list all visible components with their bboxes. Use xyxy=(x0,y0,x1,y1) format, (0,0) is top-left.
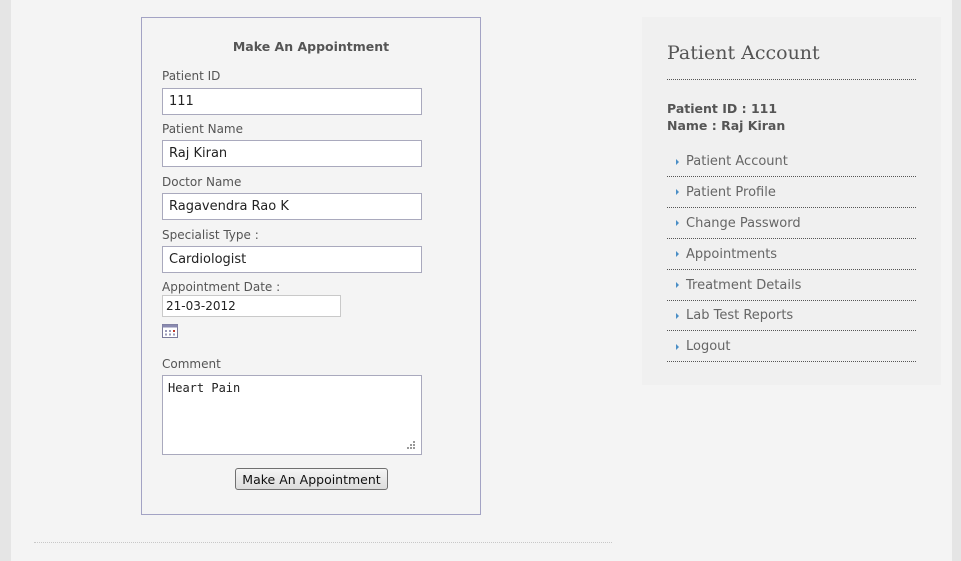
menu-item-patient-account[interactable]: Patient Account xyxy=(667,147,916,177)
menu-item-label: Lab Test Reports xyxy=(686,308,794,324)
menu-item-label: Patient Account xyxy=(686,154,788,169)
make-appointment-button[interactable]: Make An Appointment xyxy=(235,468,388,490)
menu-item-patient-profile[interactable]: Patient Profile xyxy=(667,178,916,208)
appointment-form: Make An Appointment Patient ID Patient N… xyxy=(141,17,481,515)
account-menu: Patient Account Patient Profile Change P… xyxy=(667,147,916,363)
menu-item-label: Logout xyxy=(686,339,731,355)
patient-id-info: Patient ID : 111 xyxy=(667,101,778,116)
patient-id-label: Patient ID xyxy=(162,69,221,83)
comment-label: Comment xyxy=(162,357,221,371)
calendar-icon[interactable] xyxy=(162,323,178,338)
menu-item-appointments[interactable]: Appointments xyxy=(667,240,916,270)
panel-title-divider xyxy=(667,79,916,80)
menu-item-label: Patient Profile xyxy=(686,184,776,200)
patient-name-input[interactable] xyxy=(162,140,422,167)
triangle-right-icon xyxy=(676,220,679,227)
triangle-right-icon xyxy=(676,189,679,196)
appointment-date-label: Appointment Date : xyxy=(162,280,281,294)
patient-id-input[interactable] xyxy=(162,88,422,115)
menu-item-label: Change Password xyxy=(686,215,801,231)
menu-item-logout[interactable]: Logout xyxy=(667,332,916,363)
comment-textarea[interactable]: Heart Pain xyxy=(162,375,422,455)
bottom-divider xyxy=(34,542,612,543)
triangle-right-icon xyxy=(676,312,679,319)
doctor-name-label: Doctor Name xyxy=(162,175,242,189)
menu-item-label: Treatment Details xyxy=(686,277,802,293)
form-title: Make An Appointment xyxy=(232,39,390,54)
triangle-right-icon xyxy=(676,343,679,350)
appointment-date-input[interactable] xyxy=(162,295,341,317)
triangle-right-icon xyxy=(676,158,679,165)
menu-item-lab-test-reports[interactable]: Lab Test Reports xyxy=(667,301,916,332)
menu-item-treatment-details[interactable]: Treatment Details xyxy=(667,271,916,301)
panel-title: Patient Account xyxy=(667,42,820,64)
page-content: Make An Appointment Patient ID Patient N… xyxy=(11,0,952,561)
patient-name-label: Patient Name xyxy=(162,122,243,136)
patient-account-panel: Patient Account Patient ID : 111 Name : … xyxy=(642,17,941,385)
specialist-type-label: Specialist Type : xyxy=(162,228,259,242)
triangle-right-icon xyxy=(676,251,679,258)
menu-item-label: Appointments xyxy=(686,246,778,262)
doctor-name-input[interactable] xyxy=(162,193,422,220)
triangle-right-icon xyxy=(676,282,679,289)
resize-grip-icon[interactable] xyxy=(404,437,416,449)
specialist-type-input[interactable] xyxy=(162,246,422,273)
menu-item-change-password[interactable]: Change Password xyxy=(667,209,916,239)
patient-name-info: Name : Raj Kiran xyxy=(667,118,786,133)
